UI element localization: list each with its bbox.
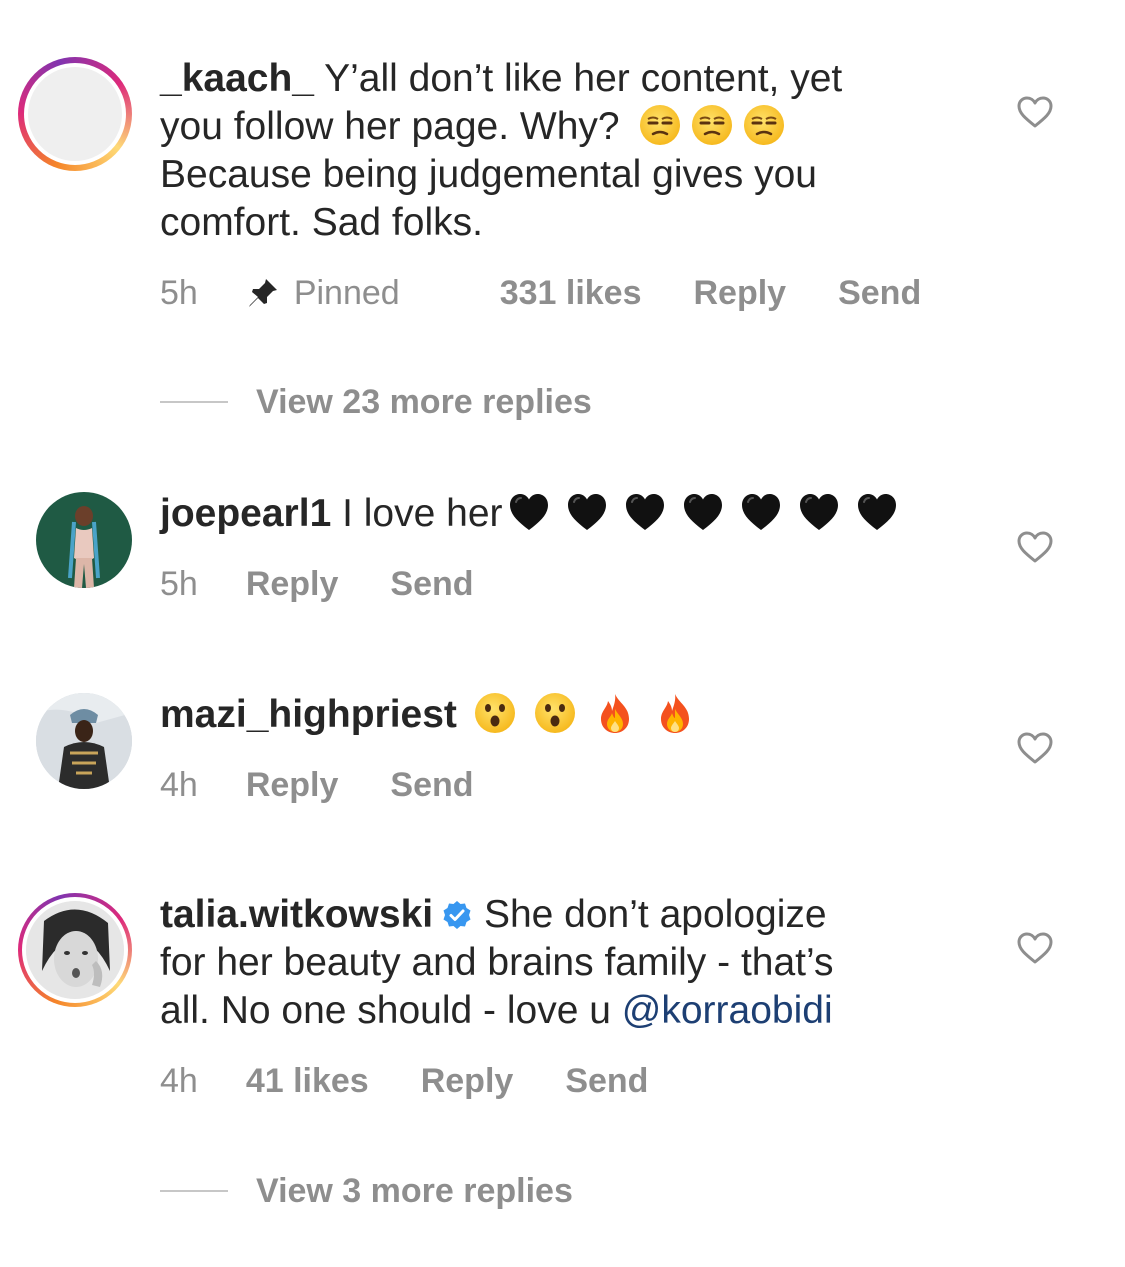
divider-line [160, 401, 228, 403]
black-heart-emoji [565, 490, 609, 534]
divider-line [160, 1190, 228, 1192]
view-more-replies[interactable]: View 23 more replies [160, 382, 592, 422]
comment-text: talia.witkowski She don’t apologize for … [160, 891, 950, 1035]
timestamp: 4h [160, 1061, 198, 1100]
comment-text: mazi_highpriest [160, 691, 950, 739]
timestamp: 4h [160, 765, 198, 804]
view-replies-label[interactable]: View 3 more replies [256, 1172, 573, 1211]
pin-icon [248, 279, 277, 307]
username[interactable]: mazi_highpriest [160, 693, 457, 736]
mention-link[interactable]: @korraobidi [622, 989, 833, 1032]
like-heart-icon[interactable] [1016, 95, 1054, 129]
timestamp: 5h [160, 564, 198, 603]
reply-button[interactable]: Reply [694, 274, 787, 313]
person-silhouette [68, 506, 100, 588]
comment-text: _kaach_ Y’all don’t like her content, ye… [160, 55, 950, 247]
unamused-face-emoji [742, 103, 786, 147]
avatar-photo [22, 897, 128, 1003]
avatar[interactable] [18, 57, 132, 171]
avatar[interactable] [36, 693, 132, 789]
username[interactable]: _kaach_ [160, 57, 314, 100]
likes-count[interactable]: 41 likes [246, 1062, 369, 1101]
view-replies-label[interactable]: View 23 more replies [256, 383, 592, 422]
comment-text-line: She don’t apologize [473, 893, 827, 936]
black-heart-emoji [507, 490, 551, 534]
fire-emoji [653, 691, 697, 735]
black-heart-emoji [797, 490, 841, 534]
comment-text-line: Because being judgemental gives you [160, 153, 817, 196]
person-silhouette [36, 693, 132, 789]
comment-text: joepearl1 I love her [160, 490, 950, 538]
comment-text-line: Y’all don’t like her content, yet [313, 57, 843, 100]
view-more-replies[interactable]: View 3 more replies [160, 1171, 573, 1211]
avatar[interactable] [36, 492, 132, 588]
person-face [26, 901, 124, 999]
comment-meta: 4h 41 likes Reply Send [160, 1061, 700, 1101]
avatar-placeholder [24, 63, 126, 165]
username[interactable]: talia.witkowski [160, 893, 433, 936]
send-button[interactable]: Send [390, 565, 473, 604]
comment-text-line: comfort. Sad folks. [160, 201, 483, 244]
send-button[interactable]: Send [838, 274, 921, 313]
astonished-face-emoji [533, 691, 577, 735]
black-heart-emoji [855, 490, 899, 534]
reply-button[interactable]: Reply [421, 1062, 514, 1101]
black-heart-emoji [681, 490, 725, 534]
avatar-photo [36, 693, 132, 789]
unamused-face-emoji [638, 103, 682, 147]
pinned-label: Pinned [293, 273, 400, 312]
username[interactable]: joepearl1 [160, 492, 331, 535]
pinned-indicator: Pinned [246, 274, 400, 313]
like-heart-icon[interactable] [1016, 530, 1054, 564]
send-button[interactable]: Send [565, 1062, 648, 1101]
comment-text-line: you follow her page. Why? [160, 105, 620, 148]
unamused-face-emoji [690, 103, 734, 147]
reply-button[interactable]: Reply [246, 565, 339, 604]
like-heart-icon[interactable] [1016, 931, 1054, 965]
send-button[interactable]: Send [390, 766, 473, 805]
timestamp: 5h [160, 273, 198, 312]
comment-meta: 5h Pinned 331 likes Reply Send [160, 273, 973, 313]
comment-text-line: all. No one should - love u [160, 989, 622, 1032]
comment-meta: 5h Reply Send [160, 564, 526, 604]
reply-button[interactable]: Reply [246, 766, 339, 805]
avatar[interactable] [18, 893, 132, 1007]
likes-count[interactable]: 331 likes [500, 274, 642, 313]
avatar-photo [36, 492, 132, 588]
black-heart-emoji [739, 490, 783, 534]
like-heart-icon[interactable] [1016, 731, 1054, 765]
black-heart-emoji [623, 490, 667, 534]
comment-text-line: for her beauty and brains family - that’… [160, 941, 834, 984]
verified-badge-icon [443, 901, 471, 929]
astonished-face-emoji [473, 691, 517, 735]
comment-text-line: I love her [331, 492, 503, 535]
fire-emoji [593, 691, 637, 735]
comment-meta: 4h Reply Send [160, 765, 526, 805]
